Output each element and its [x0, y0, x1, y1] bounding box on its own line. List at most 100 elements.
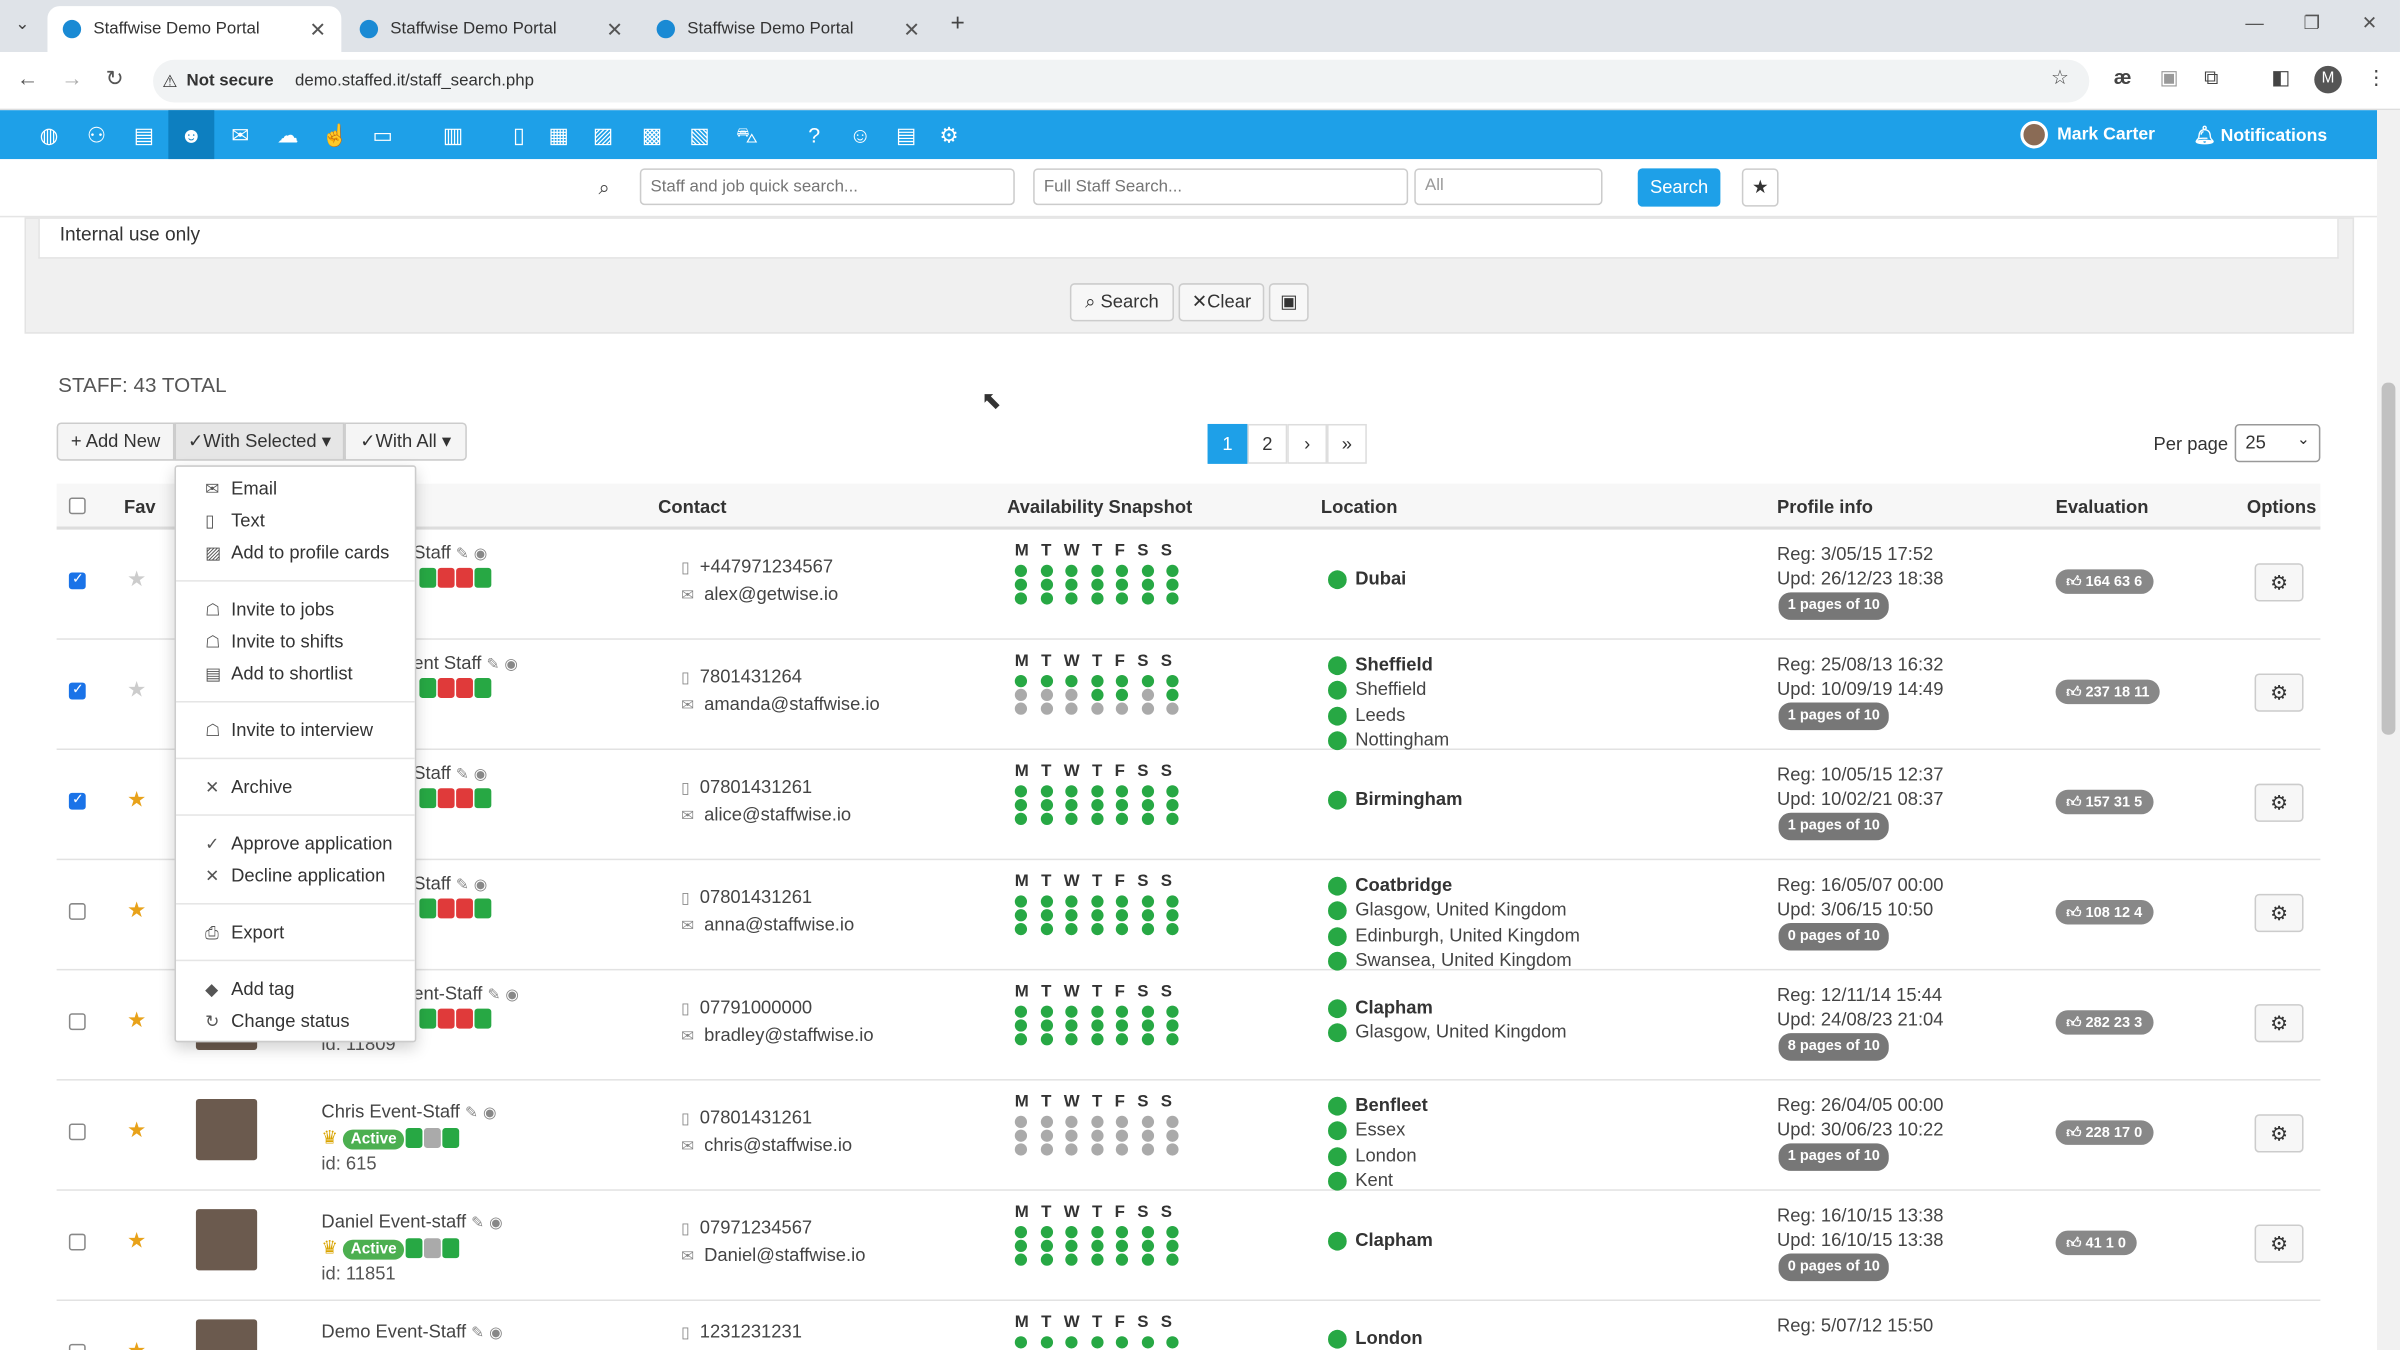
thumbs-up-icon[interactable]: ☝ — [320, 119, 351, 150]
edit-icon[interactable]: ✎ — [456, 767, 469, 784]
menu-email[interactable]: ✉ Email — [205, 478, 277, 499]
view-icon[interactable]: ◉ — [474, 877, 487, 894]
phone[interactable]: 1231231231 — [700, 1321, 802, 1342]
id-card-icon[interactable]: ▨ — [588, 119, 619, 150]
calculator-icon[interactable]: ▦ — [543, 119, 574, 150]
back-icon[interactable]: ← — [17, 66, 38, 90]
staff-name[interactable]: Staff — [413, 762, 450, 783]
user-menu[interactable]: Mark Carter — [2020, 120, 2155, 149]
extension-ae-icon[interactable]: æ — [2114, 66, 2132, 89]
staff-name[interactable]: Daniel Event-staff — [321, 1211, 466, 1232]
phone[interactable]: 07801431261 — [700, 886, 812, 907]
help-icon[interactable]: ? — [799, 119, 830, 150]
phone[interactable]: +447971234567 — [700, 556, 833, 577]
close-window-icon[interactable]: ✕ — [2362, 12, 2377, 33]
email[interactable]: anna@staffwise.io — [704, 914, 854, 935]
edit-icon[interactable]: ✎ — [456, 877, 469, 894]
page-scrollbar[interactable] — [2377, 110, 2400, 1350]
email[interactable]: alice@staffwise.io — [704, 804, 851, 825]
row-options-button[interactable]: ⚙ — [2254, 783, 2304, 822]
new-tab-icon[interactable]: + — [951, 11, 965, 39]
view-icon[interactable]: ◉ — [474, 546, 487, 563]
evaluation-badge[interactable]: 👍︎ 164 63 6 — [2055, 569, 2153, 594]
row-checkbox[interactable] — [68, 903, 86, 920]
user-settings-icon[interactable]: ☺ — [845, 119, 876, 150]
row-checkbox[interactable] — [68, 1343, 86, 1350]
menu-add-shortlist[interactable]: ▤ Add to shortlist — [205, 663, 353, 684]
extensions-puzzle-icon[interactable]: ⧉ — [2204, 66, 2218, 90]
browser-tab-2[interactable]: Staffwise Demo Portal ✕ — [344, 6, 638, 52]
favourite-star-icon[interactable]: ★ — [127, 897, 146, 923]
save-search-button[interactable]: ▣ — [1268, 283, 1309, 322]
evaluation-badge[interactable]: 👍︎ 108 12 4 — [2055, 899, 2153, 925]
favourite-star-icon[interactable]: ★ — [127, 677, 146, 703]
row-options-button[interactable]: ⚙ — [2254, 1004, 2304, 1043]
search-filter-select[interactable]: All — [1414, 168, 1603, 206]
menu-approve[interactable]: ✓ Approve application — [205, 833, 392, 854]
row-options-button[interactable]: ⚙ — [2254, 893, 2304, 933]
view-icon[interactable]: ◉ — [504, 657, 517, 674]
page-next[interactable]: › — [1287, 423, 1328, 464]
url-box[interactable]: ⚠ Not secure demo.staffed.it/staff_searc… — [153, 59, 2090, 103]
phone[interactable]: 07801431261 — [700, 1107, 812, 1128]
favourite-star-icon[interactable]: ★ — [127, 1007, 146, 1033]
staff-icon[interactable]: ☻ — [168, 110, 215, 160]
briefcase-icon[interactable]: ▤ — [129, 119, 160, 150]
chat-icon[interactable]: ☁ — [272, 119, 303, 150]
phone[interactable]: 07791000000 — [700, 996, 812, 1017]
favourite-star-icon[interactable]: ★ — [127, 787, 146, 813]
row-checkbox[interactable] — [68, 571, 86, 590]
mail-icon[interactable]: ✉ — [225, 119, 256, 150]
staff-name[interactable]: ent-Staff — [413, 983, 482, 1004]
reload-icon[interactable]: ↻ — [106, 66, 124, 92]
forward-icon[interactable]: → — [61, 66, 82, 90]
page-last[interactable]: » — [1327, 423, 1367, 464]
clipboard-icon[interactable]: ▯ — [504, 119, 535, 150]
menu-text[interactable]: ▯ Text — [205, 510, 265, 531]
settings-gear-icon[interactable]: ⚙ — [934, 119, 965, 150]
tab-list-icon[interactable]: ⌄ — [15, 14, 29, 34]
email[interactable]: amanda@staffwise.io — [704, 693, 880, 714]
restore-icon[interactable]: ❐ — [2304, 12, 2320, 33]
evaluation-badge[interactable]: 👍︎ 282 23 3 — [2055, 1010, 2153, 1035]
staff-photo[interactable] — [195, 1319, 258, 1350]
select-all-checkbox[interactable] — [68, 497, 86, 515]
email[interactable]: bradley@staffwise.io — [704, 1024, 873, 1045]
notifications-link[interactable]: 🔔︎ Notifications — [2193, 124, 2327, 145]
page-1[interactable]: 1 — [1207, 423, 1248, 464]
staff-name[interactable]: Staff — [413, 872, 450, 893]
evaluation-badge[interactable]: 👍︎ 41 1 0 — [2055, 1230, 2137, 1256]
edit-icon[interactable]: ✎ — [471, 1325, 484, 1342]
add-new-button[interactable]: + Add New — [56, 422, 175, 461]
edit-icon[interactable]: ✎ — [456, 546, 469, 563]
phone[interactable]: 07971234567 — [700, 1217, 812, 1238]
edit-icon[interactable]: ✎ — [465, 1105, 478, 1122]
page-2[interactable]: 2 — [1247, 423, 1288, 464]
row-checkbox[interactable] — [68, 1123, 86, 1141]
staff-name[interactable]: Chris Event-Staff — [321, 1101, 459, 1122]
close-tab-icon[interactable]: ✕ — [903, 18, 920, 42]
bookmark-star-icon[interactable]: ☆ — [2051, 66, 2069, 90]
document-icon[interactable]: ▤ — [891, 119, 922, 150]
staff-photo[interactable] — [195, 1209, 258, 1271]
full-staff-search-input[interactable] — [1033, 168, 1409, 206]
view-icon[interactable]: ◉ — [489, 1215, 502, 1232]
invoice-icon[interactable]: ▧ — [684, 119, 715, 150]
row-checkbox[interactable] — [68, 681, 86, 700]
panel-clear-button[interactable]: ✕Clear — [1178, 283, 1265, 322]
evaluation-badge[interactable]: 👍︎ 228 17 0 — [2055, 1120, 2153, 1145]
evaluation-badge[interactable]: 👍︎ 157 31 5 — [2055, 789, 2153, 815]
email[interactable]: alex@getwise.io — [704, 583, 838, 604]
quick-search-input[interactable] — [639, 168, 1015, 206]
favourite-star-icon[interactable]: ★ — [127, 1228, 146, 1254]
row-checkbox[interactable] — [68, 1013, 86, 1031]
scrollbar-thumb[interactable] — [2381, 382, 2396, 735]
phone[interactable]: 07801431261 — [700, 776, 812, 797]
menu-invite-interview[interactable]: ☖ Invite to interview — [205, 719, 373, 740]
row-options-button[interactable]: ⚙ — [2254, 1114, 2304, 1153]
saved-searches-button[interactable]: ★ — [1741, 168, 1779, 207]
with-selected-button[interactable]: ✓With Selected ▾ — [174, 422, 345, 461]
staff-photo[interactable] — [195, 1098, 258, 1161]
profile-avatar[interactable]: M — [2314, 65, 2342, 94]
staff-name[interactable]: ent Staff — [413, 652, 481, 673]
